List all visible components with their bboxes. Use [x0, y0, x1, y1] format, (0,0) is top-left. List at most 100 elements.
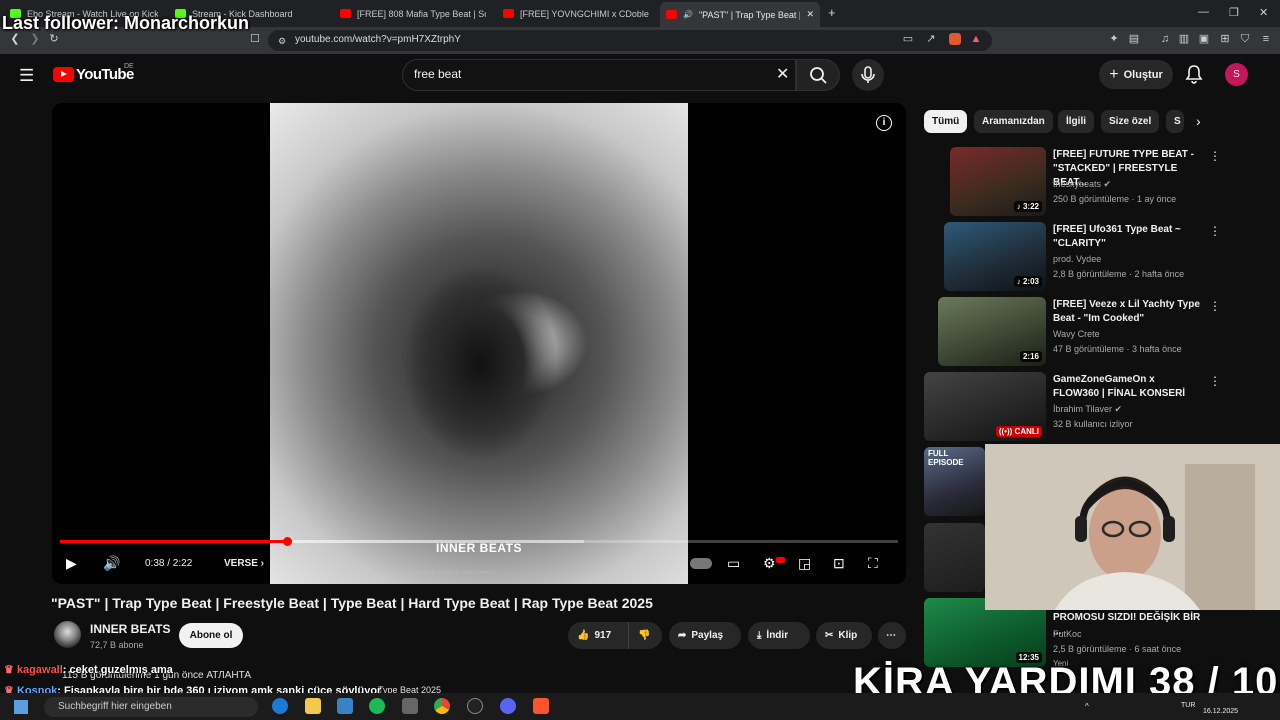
reload-icon[interactable]: ↻	[48, 33, 60, 45]
clear-search-icon[interactable]: ✕	[776, 64, 789, 84]
video-thumbnail[interactable]: ♪ 3:22	[950, 147, 1046, 216]
recommended-channel[interactable]: theskybeats ✔	[1053, 179, 1111, 190]
taskbar-date[interactable]: 16.12.2025	[1203, 708, 1238, 715]
site-info-icon[interactable]: ⚙	[276, 35, 288, 47]
chip-for-you[interactable]: Size özel	[1101, 110, 1160, 133]
info-icon[interactable]: i	[876, 115, 892, 131]
more-actions-button[interactable]: ⋯	[878, 622, 906, 649]
taskbar-search-input[interactable]: Suchbegriff hier eingeben	[44, 697, 258, 717]
chip-more[interactable]: S	[1166, 110, 1184, 133]
brave-rewards-icon[interactable]: ▲	[970, 33, 982, 45]
dislike-button[interactable]: 👎	[628, 622, 662, 649]
subscribe-button[interactable]: Abone ol	[179, 623, 243, 648]
recommended-channel[interactable]: İbrahim Tilaver ✔	[1053, 404, 1122, 415]
discord-icon[interactable]	[500, 698, 516, 714]
chat-text: ceket guzelmış ama	[69, 664, 173, 676]
video-thumbnail[interactable]: ♪ 2:03	[944, 222, 1046, 291]
search-button[interactable]	[796, 59, 840, 91]
forward-icon[interactable]: ❯	[29, 33, 41, 45]
recommended-title[interactable]: [FREE] Veeze x Lil Yachty Type Beat - "I…	[1053, 298, 1203, 326]
chip-related[interactable]: İlgili	[1058, 110, 1094, 133]
chat-colon: :	[62, 664, 70, 676]
url-text[interactable]: youtube.com/watch?v=pmH7XZtrphY	[295, 34, 461, 45]
browser-tab[interactable]: [FREE] YOVNGCHIMI x CDobleta Type	[503, 4, 649, 23]
search-input-value[interactable]: free beat	[414, 67, 461, 81]
video-thumbnail[interactable]: FULL EPISODE	[924, 447, 985, 516]
kebab-menu-icon[interactable]: ⋮	[1209, 299, 1221, 313]
close-tab-icon[interactable]: ✕	[806, 9, 814, 20]
extensions-icon[interactable]: ✦	[1108, 33, 1120, 45]
cast-icon[interactable]: ▭	[902, 33, 914, 45]
recommended-video[interactable]: 2:16 [FREE] Veeze x Lil Yachty Type Beat…	[924, 297, 1264, 367]
clip-button[interactable]: ✂ Klip	[816, 622, 872, 649]
shield-icon[interactable]: ⛉	[1239, 33, 1251, 45]
chip-from-search[interactable]: Aramanızdan	[974, 110, 1053, 133]
video-thumbnail[interactable]: 2:16	[938, 297, 1046, 366]
file-explorer-icon[interactable]	[305, 698, 321, 714]
bookmark-icon[interactable]: ☐	[249, 33, 261, 45]
start-icon[interactable]	[14, 700, 28, 714]
obs-icon[interactable]	[467, 698, 483, 714]
recommended-video[interactable]: ♪ 2:03 [FREE] Ufo361 Type Beat ~ "CLARIT…	[924, 222, 1264, 292]
edge-icon[interactable]	[272, 698, 288, 714]
brave-shield-icon[interactable]	[949, 33, 961, 45]
chrome-icon[interactable]	[434, 698, 450, 714]
volume-icon[interactable]: 🔊	[103, 555, 120, 571]
hamburger-menu-icon[interactable]: ☰	[19, 66, 34, 86]
menu-icon[interactable]: ≡	[1260, 33, 1272, 45]
store-icon[interactable]	[337, 698, 353, 714]
video-thumbnail[interactable]	[924, 523, 985, 592]
recommended-title[interactable]: [FREE] Ufo361 Type Beat ~ "CLARITY"	[1053, 223, 1203, 251]
back-icon[interactable]: ❮	[9, 33, 21, 45]
recommended-channel[interactable]: Wavy Crete	[1053, 329, 1100, 339]
fullscreen-icon[interactable]: ⛶	[868, 555, 878, 571]
notifications-button[interactable]	[1185, 64, 1203, 89]
kebab-menu-icon[interactable]: ⋮	[1209, 374, 1221, 388]
miniplayer-icon[interactable]: ◲	[798, 555, 811, 571]
browser-tab[interactable]: [FREE] 808 Mafia Type Beat | Southsi	[340, 4, 486, 23]
channel-avatar[interactable]	[54, 621, 81, 648]
chevron-right-icon[interactable]: ›	[1196, 113, 1201, 129]
autoplay-toggle[interactable]	[690, 558, 712, 569]
new-tab-button[interactable]: +	[828, 5, 836, 20]
minimize-icon[interactable]: —	[1198, 6, 1209, 18]
spotify-icon[interactable]	[369, 698, 385, 714]
channel-name[interactable]: INNER BEATS	[90, 622, 170, 636]
recommended-video[interactable]: ((•)) CANLI GameZoneGameOn x FLOW360 | F…	[924, 372, 1264, 442]
keyboard-language[interactable]: TUR	[1181, 702, 1195, 709]
restore-icon[interactable]: ❐	[1229, 6, 1239, 19]
close-window-icon[interactable]: ✕	[1259, 6, 1268, 19]
sidebar-icon[interactable]: ▥	[1178, 33, 1190, 45]
vpn-icon[interactable]: ⊞	[1219, 33, 1231, 45]
youtube-logo-icon[interactable]	[53, 67, 74, 82]
tab-title: "PAST" | Trap Type Beat | Free	[698, 9, 801, 20]
wallet-icon[interactable]: ▣	[1198, 33, 1210, 45]
video-player[interactable]	[52, 103, 906, 584]
create-button[interactable]: + Oluştur	[1099, 60, 1173, 89]
play-icon[interactable]: ▶	[66, 555, 77, 571]
chapter-button[interactable]: VERSE ›	[224, 558, 264, 569]
media-icon[interactable]: ♫	[1159, 33, 1171, 45]
download-button[interactable]: ⤓ İndir	[748, 622, 810, 649]
recommended-video[interactable]: ♪ 3:22 [FREE] FUTURE TYPE BEAT - "STACKE…	[924, 147, 1264, 217]
brave-icon[interactable]	[533, 698, 549, 714]
tray-chevron-icon[interactable]: ^	[1085, 702, 1089, 711]
reader-icon[interactable]: ▤	[1128, 33, 1140, 45]
voice-search-button[interactable]	[852, 59, 884, 91]
video-thumbnail[interactable]: ((•)) CANLI	[924, 372, 1046, 441]
browser-tab-active[interactable]: 🔊 "PAST" | Trap Type Beat | Free ✕	[660, 2, 820, 27]
calculator-icon[interactable]	[402, 698, 418, 714]
recommended-channel[interactable]: FutKoc	[1053, 629, 1082, 639]
share-icon[interactable]: ↗	[925, 33, 937, 45]
like-button[interactable]: 👍 917	[568, 622, 628, 649]
subtitles-icon[interactable]: ▭	[727, 555, 740, 571]
kebab-menu-icon[interactable]: ⋮	[1209, 224, 1221, 238]
recommended-channel[interactable]: prod. Vydee	[1053, 254, 1101, 264]
kebab-menu-icon[interactable]: ⋮	[1209, 149, 1221, 163]
cast-icon[interactable]: ⊡	[833, 555, 845, 571]
chip-all[interactable]: Tümü	[924, 110, 968, 133]
account-avatar[interactable]: S	[1225, 63, 1248, 86]
settings-gear-icon[interactable]: ⚙	[763, 555, 776, 571]
share-button[interactable]: ➦ Paylaş	[669, 622, 741, 649]
recommended-title[interactable]: GameZoneGameOn x FLOW360 | FİNAL KONSERİ	[1053, 373, 1203, 401]
